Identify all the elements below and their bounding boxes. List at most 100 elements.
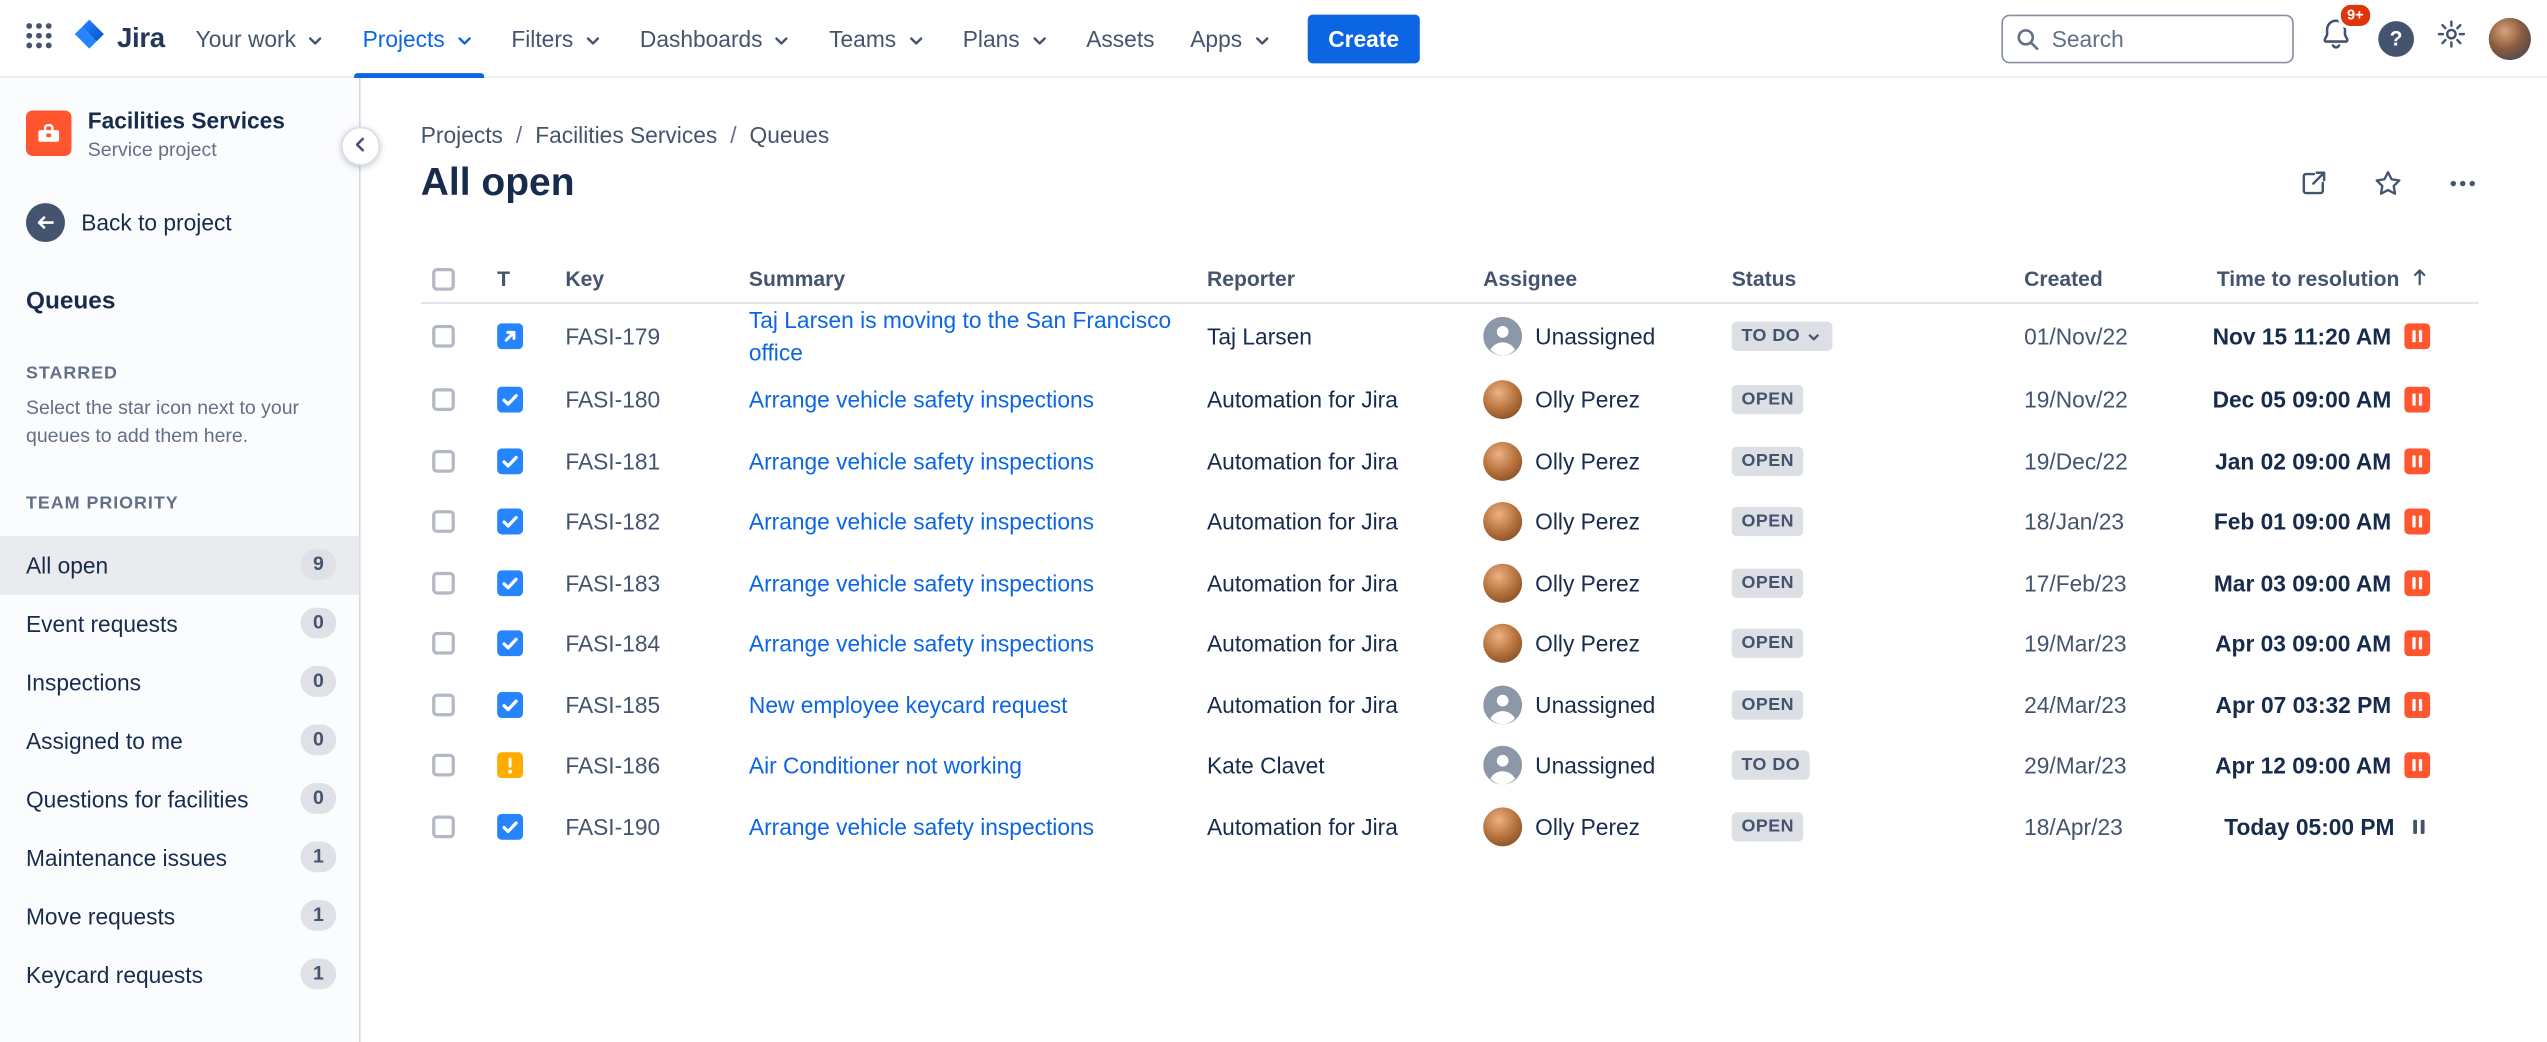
- row-checkbox[interactable]: [432, 632, 455, 655]
- header-key[interactable]: Key: [554, 266, 738, 290]
- select-all-checkbox[interactable]: [432, 267, 455, 290]
- settings-button[interactable]: [2435, 18, 2467, 59]
- page-title: All open: [421, 161, 575, 206]
- app-switcher-button[interactable]: [13, 12, 65, 64]
- task-type-icon: [497, 631, 523, 657]
- status-badge: OPEN: [1732, 629, 1804, 658]
- issue-summary-link[interactable]: Arrange vehicle safety inspections: [749, 810, 1094, 843]
- row-checkbox[interactable]: [432, 450, 455, 473]
- row-checkbox[interactable]: [432, 325, 455, 348]
- team-priority-section-label: TEAM PRIORITY: [26, 493, 333, 512]
- help-button[interactable]: ?: [2378, 20, 2414, 56]
- assignee-name: Olly Perez: [1535, 387, 1640, 413]
- created-date: 17/Feb/23: [2013, 570, 2190, 596]
- issue-summary-link[interactable]: Arrange vehicle safety inspections: [749, 384, 1094, 417]
- queue-row: FASI-184Arrange vehicle safety inspectio…: [421, 613, 2479, 674]
- chevron-down-icon: [304, 28, 327, 51]
- reporter-name: Automation for Jira: [1196, 448, 1472, 474]
- back-to-project-label: Back to project: [81, 209, 231, 235]
- header-assignee[interactable]: Assignee: [1472, 266, 1721, 290]
- row-checkbox[interactable]: [432, 693, 455, 716]
- sla-paused-icon: [2404, 387, 2430, 413]
- issue-summary-link[interactable]: New employee keycard request: [749, 688, 1068, 721]
- row-checkbox[interactable]: [432, 815, 455, 838]
- project-header: Facilities Services Service project: [0, 78, 359, 161]
- queue-label: All open: [26, 552, 108, 578]
- search-input[interactable]: [2001, 14, 2293, 63]
- sidebar-queue-questions-for-facilities[interactable]: Questions for facilities0: [0, 769, 359, 827]
- export-button[interactable]: [2297, 167, 2329, 199]
- queue-row: FASI-185New employee keycard requestAuto…: [421, 674, 2479, 735]
- time-to-resolution-value: Apr 03 09:00 AM: [2215, 631, 2391, 657]
- row-checkbox[interactable]: [432, 754, 455, 777]
- issue-summary-link[interactable]: Arrange vehicle safety inspections: [749, 506, 1094, 539]
- nav-item-label: Apps: [1190, 25, 1242, 51]
- more-actions-button[interactable]: [2446, 167, 2478, 199]
- breadcrumb-queues[interactable]: Queues: [750, 122, 830, 148]
- breadcrumb-projects[interactable]: Projects: [421, 122, 503, 148]
- sidebar-queue-inspections[interactable]: Inspections0: [0, 652, 359, 710]
- global-search: [2001, 14, 2293, 63]
- assignee-avatar: [1483, 807, 1522, 846]
- issue-summary-link[interactable]: Arrange vehicle safety inspections: [749, 445, 1094, 478]
- breadcrumb-facilities-services[interactable]: Facilities Services: [535, 122, 717, 148]
- assignee-name: Olly Perez: [1535, 509, 1640, 535]
- star-button[interactable]: [2372, 167, 2404, 199]
- back-to-project-button[interactable]: Back to project: [26, 203, 333, 242]
- queue-row: FASI-190Arrange vehicle safety inspectio…: [421, 796, 2479, 857]
- queue-main-content: Projects / Facilities Services / Queues …: [362, 78, 2547, 1042]
- header-status[interactable]: Status: [1720, 266, 2012, 290]
- created-date: 18/Apr/23: [2013, 814, 2190, 840]
- sidebar-queue-move-requests[interactable]: Move requests1: [0, 886, 359, 944]
- nav-item-plans[interactable]: Plans: [945, 0, 1069, 77]
- project-sidebar: Facilities Services Service project Back…: [0, 78, 361, 1042]
- task-type-icon: [497, 448, 523, 474]
- nav-item-label: Plans: [963, 25, 1020, 51]
- queue-label: Assigned to me: [26, 727, 183, 753]
- title-row: All open: [421, 161, 2479, 206]
- nav-item-assets[interactable]: Assets: [1068, 0, 1172, 77]
- issue-summary-link[interactable]: Arrange vehicle safety inspections: [749, 627, 1094, 660]
- unassigned-avatar-icon: [1483, 317, 1522, 356]
- issue-summary-link[interactable]: Taj Larsen is moving to the San Francisc…: [749, 304, 1196, 370]
- nav-item-label: Projects: [363, 25, 445, 51]
- header-summary[interactable]: Summary: [738, 266, 1196, 290]
- reporter-name: Automation for Jira: [1196, 631, 1472, 657]
- header-time-to-resolution[interactable]: Time to resolution: [2217, 266, 2431, 292]
- assignee-avatar: [1483, 442, 1522, 481]
- sidebar-queue-keycard-requests[interactable]: Keycard requests1: [0, 945, 359, 1003]
- nav-item-filters[interactable]: Filters: [493, 0, 622, 77]
- sidebar-queue-event-requests[interactable]: Event requests0: [0, 594, 359, 652]
- assignee-name: Unassigned: [1535, 692, 1655, 718]
- sidebar-queue-all-open[interactable]: All open9: [0, 535, 359, 593]
- nav-item-apps[interactable]: Apps: [1172, 0, 1290, 77]
- nav-item-label: Assets: [1086, 25, 1154, 51]
- row-checkbox[interactable]: [432, 572, 455, 595]
- create-button[interactable]: Create: [1307, 14, 1420, 63]
- time-to-resolution-value: Apr 12 09:00 AM: [2215, 753, 2391, 779]
- header-type[interactable]: T: [486, 266, 554, 290]
- nav-item-your-work[interactable]: Your work: [178, 0, 345, 77]
- sla-paused-icon: [2404, 570, 2430, 596]
- nav-item-teams[interactable]: Teams: [811, 0, 945, 77]
- sla-paused-icon: [2404, 631, 2430, 657]
- row-checkbox[interactable]: [432, 511, 455, 534]
- sidebar-queue-assigned-to-me[interactable]: Assigned to me0: [0, 711, 359, 769]
- nav-item-projects[interactable]: Projects: [345, 0, 494, 77]
- user-avatar[interactable]: [2489, 17, 2531, 59]
- sidebar-queue-maintenance-issues[interactable]: Maintenance issues1: [0, 828, 359, 886]
- header-reporter[interactable]: Reporter: [1196, 266, 1472, 290]
- starred-hint-text: Select the star icon next to your queues…: [26, 394, 333, 451]
- status-badge[interactable]: TO DO: [1732, 322, 1833, 351]
- header-created[interactable]: Created: [2013, 266, 2190, 290]
- created-date: 29/Mar/23: [2013, 753, 2190, 779]
- sidebar-collapse-button[interactable]: [341, 127, 380, 166]
- issue-key: FASI-185: [554, 692, 738, 718]
- issue-summary-link[interactable]: Arrange vehicle safety inspections: [749, 566, 1094, 599]
- issue-key: FASI-182: [554, 509, 738, 535]
- jira-logo[interactable]: Jira: [65, 16, 178, 60]
- notifications-button[interactable]: 9+: [2315, 13, 2357, 63]
- row-checkbox[interactable]: [432, 389, 455, 412]
- issue-summary-link[interactable]: Air Conditioner not working: [749, 749, 1022, 782]
- nav-item-dashboards[interactable]: Dashboards: [622, 0, 811, 77]
